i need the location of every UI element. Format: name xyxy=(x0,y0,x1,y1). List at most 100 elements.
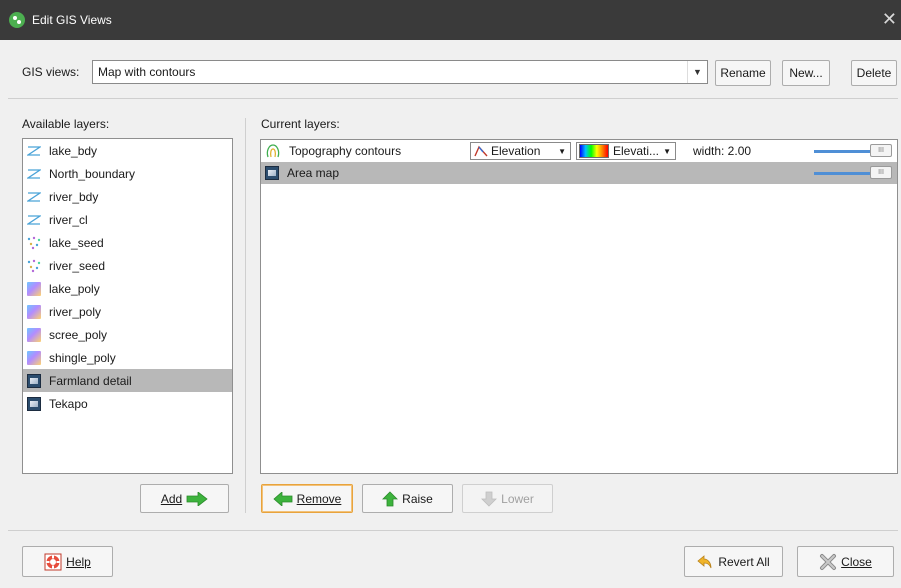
list-item[interactable]: Tekapo xyxy=(23,392,232,415)
column-divider xyxy=(245,118,246,513)
list-item[interactable]: river_cl xyxy=(23,208,232,231)
app-logo-icon xyxy=(9,12,25,28)
arrow-down-icon xyxy=(481,491,498,507)
edit-gis-views-dialog: Edit GIS Views ✕ GIS views: Map with con… xyxy=(0,0,901,588)
layer-label: Area map xyxy=(287,166,340,180)
polygon-layer-icon xyxy=(27,350,41,365)
list-item[interactable]: lake_bdy xyxy=(23,139,232,162)
points-layer-icon xyxy=(27,259,41,272)
rename-button-label: Rename xyxy=(720,66,766,80)
polygon-layer-icon xyxy=(27,281,41,296)
line-layer-icon xyxy=(27,214,41,225)
list-item[interactable]: scree_poly xyxy=(23,323,232,346)
current-layer-row[interactable]: Topography contours Elevation ▼ Elevati.… xyxy=(261,140,897,162)
width-value: width: 2.00 xyxy=(693,144,752,158)
list-item[interactable]: shingle_poly xyxy=(23,346,232,369)
attribute-dropdown[interactable]: Elevation ▼ xyxy=(470,142,571,160)
close-x-icon xyxy=(820,553,837,570)
lower-button-label: Lower xyxy=(501,491,534,506)
list-item[interactable]: Farmland detail xyxy=(23,369,232,392)
colormap-dropdown[interactable]: Elevati... ▼ xyxy=(576,142,676,160)
chevron-down-icon: ▼ xyxy=(663,146,671,156)
image-layer-icon xyxy=(265,166,279,180)
width-slider[interactable]: III xyxy=(814,144,894,157)
list-item-label: lake_poly xyxy=(49,281,100,296)
raise-button[interactable]: Raise xyxy=(362,484,453,513)
list-item-label: river_seed xyxy=(49,258,106,273)
chevron-down-icon[interactable]: ▼ xyxy=(687,61,707,83)
gis-views-selected: Map with contours xyxy=(98,65,196,79)
undo-arrow-icon xyxy=(697,554,712,568)
arrow-up-icon xyxy=(382,490,399,506)
revert-all-button-label: Revert All xyxy=(718,554,770,569)
delete-button-label: Delete xyxy=(856,66,892,80)
image-layer-icon xyxy=(27,396,41,411)
available-layers-label: Available layers: xyxy=(22,117,110,131)
new-button-label: New... xyxy=(789,66,823,80)
gis-views-dropdown[interactable]: Map with contours ▼ xyxy=(92,60,708,84)
raise-button-label: Raise xyxy=(402,491,433,506)
window-title: Edit GIS Views xyxy=(32,13,112,27)
rename-button[interactable]: Rename xyxy=(715,60,771,86)
colormap-swatch xyxy=(579,144,609,158)
chevron-down-icon: ▼ xyxy=(558,146,566,156)
new-button[interactable]: New... xyxy=(782,60,830,86)
remove-button-label: Remove xyxy=(296,491,342,506)
polygon-layer-icon xyxy=(27,304,41,319)
list-item-label: river_cl xyxy=(49,212,88,227)
close-button-label: Close xyxy=(841,554,872,569)
list-item-label: lake_seed xyxy=(49,235,104,250)
line-layer-icon xyxy=(27,145,41,156)
image-layer-icon xyxy=(27,373,41,388)
list-item[interactable]: river_seed xyxy=(23,254,232,277)
list-item-label: Tekapo xyxy=(49,396,88,411)
list-item-label: scree_poly xyxy=(49,327,108,342)
list-item-label: shingle_poly xyxy=(49,350,116,365)
list-item-label: river_bdy xyxy=(49,189,99,204)
list-item-label: lake_bdy xyxy=(49,143,98,158)
help-button[interactable]: Help xyxy=(22,546,113,577)
layer-label: Topography contours xyxy=(289,144,402,158)
polygon-layer-icon xyxy=(27,327,41,342)
gis-views-label-text: GIS views: xyxy=(22,65,80,79)
attribute-value: Elevation xyxy=(491,144,541,158)
slider-handle[interactable]: III xyxy=(870,144,892,157)
colormap-value: Elevati... xyxy=(613,144,660,158)
arrow-left-icon xyxy=(273,491,293,506)
contour-icon xyxy=(266,144,280,158)
points-layer-icon xyxy=(27,236,41,249)
slider-fill xyxy=(814,172,872,175)
list-item-label: river_poly xyxy=(49,304,102,319)
lifebuoy-icon xyxy=(44,553,62,570)
delete-button[interactable]: Delete xyxy=(851,60,897,86)
close-button[interactable]: Close xyxy=(797,546,894,577)
lower-button[interactable]: Lower xyxy=(462,484,553,513)
current-layers-label: Current layers: xyxy=(261,117,340,131)
top-divider xyxy=(8,98,898,99)
revert-all-button[interactable]: Revert All xyxy=(684,546,783,577)
list-item-label: North_boundary xyxy=(49,166,136,181)
line-layer-icon xyxy=(27,191,41,202)
gis-views-label: GIS views: xyxy=(22,65,79,79)
available-layers-list[interactable]: lake_bdy North_boundary river_bdy river_… xyxy=(22,138,233,474)
slider-handle[interactable]: III xyxy=(870,166,892,179)
title-bar: Edit GIS Views ✕ xyxy=(0,0,901,40)
slider-fill xyxy=(814,150,872,153)
help-button-label: Help xyxy=(66,554,91,569)
remove-button[interactable]: Remove xyxy=(261,484,353,513)
add-button-label: Add xyxy=(160,491,183,506)
list-item[interactable]: North_boundary xyxy=(23,162,232,185)
opacity-slider[interactable]: III xyxy=(814,166,894,179)
list-item[interactable]: lake_seed xyxy=(23,231,232,254)
list-item[interactable]: lake_poly xyxy=(23,277,232,300)
add-button[interactable]: Add xyxy=(140,484,229,513)
window-close-icon[interactable]: ✕ xyxy=(882,9,897,29)
current-layers-list[interactable]: Topography contours Elevation ▼ Elevati.… xyxy=(260,139,898,474)
bottom-divider xyxy=(8,530,898,531)
list-item[interactable]: river_bdy xyxy=(23,185,232,208)
elevation-icon xyxy=(474,145,488,157)
line-layer-icon xyxy=(27,168,41,179)
current-layer-row[interactable]: Area map III xyxy=(261,162,897,184)
list-item-label: Farmland detail xyxy=(49,373,132,388)
list-item[interactable]: river_poly xyxy=(23,300,232,323)
